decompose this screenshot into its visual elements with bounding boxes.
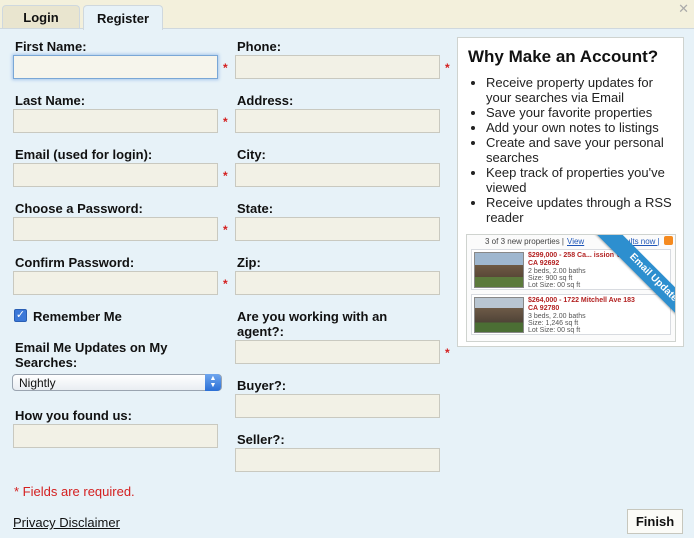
email-updates-label: Email Me Updates on My Searches: <box>15 340 168 370</box>
tab-login[interactable]: Login <box>2 5 80 29</box>
first-name-label: First Name: <box>15 39 87 54</box>
email-field[interactable] <box>13 163 218 187</box>
email-required: * <box>223 169 228 183</box>
state-field[interactable] <box>235 217 440 241</box>
house-photo <box>474 252 524 288</box>
password-field[interactable] <box>13 217 218 241</box>
last-name-required: * <box>223 115 228 129</box>
confirm-password-label: Confirm Password: <box>15 255 135 270</box>
tab-register[interactable]: Register <box>83 5 163 30</box>
email-updates-selected: Nightly <box>19 376 56 390</box>
buyer-label: Buyer?: <box>237 378 287 393</box>
privacy-disclaimer-link[interactable]: Privacy Disclaimer <box>13 515 120 530</box>
agent-required: * <box>445 346 450 360</box>
email-updates-preview: 3 of 3 new properties | View results now… <box>466 234 676 342</box>
benefit-item: Keep track of properties you've viewed <box>486 165 678 195</box>
listing-city: CA 92780 <box>528 305 560 312</box>
last-name-field[interactable] <box>13 109 218 133</box>
listing-lot: Lot Size: 00 sq ft <box>528 282 581 289</box>
benefit-item: Receive property updates for your search… <box>486 75 678 105</box>
seller-label: Seller?: <box>237 432 285 447</box>
why-account-title: Why Make an Account? <box>468 47 659 66</box>
listing-title: $264,000 - 1722 Mitchell Ave 183 <box>528 297 635 304</box>
phone-field[interactable] <box>235 55 440 79</box>
preview-listing: $264,000 - 1722 Mitchell Ave 183 CA 9278… <box>471 294 671 335</box>
why-account-box: Why Make an Account? Receive property up… <box>457 37 684 347</box>
first-name-required: * <box>223 61 228 75</box>
email-label: Email (used for login): <box>15 147 153 162</box>
buyer-field[interactable] <box>235 394 440 418</box>
benefit-item: Add your own notes to listings <box>486 120 678 135</box>
select-arrows-icon: ▲ ▼ <box>205 374 221 391</box>
how-found-field[interactable] <box>13 424 218 448</box>
seller-field[interactable] <box>235 448 440 472</box>
listing-lot: Lot Size: 00 sq ft <box>528 327 581 334</box>
zip-label: Zip: <box>237 255 261 270</box>
password-required: * <box>223 223 228 237</box>
benefits-list: Receive property updates for your search… <box>486 75 678 225</box>
password-label: Choose a Password: <box>15 201 143 216</box>
rss-icon <box>664 236 673 245</box>
first-name-field[interactable] <box>13 55 218 79</box>
phone-label: Phone: <box>237 39 282 54</box>
confirm-password-field[interactable] <box>13 271 218 295</box>
agent-field[interactable] <box>235 340 440 364</box>
benefit-item: Create and save your personal searches <box>486 135 678 165</box>
address-label: Address: <box>237 93 294 108</box>
email-updates-select[interactable]: Nightly ▲ ▼ <box>12 374 222 391</box>
close-icon[interactable]: ✕ <box>678 1 689 17</box>
finish-button[interactable]: Finish <box>627 509 683 534</box>
tab-bar: Login Register ✕ <box>0 0 694 30</box>
agent-label: Are you working with an agent?: <box>237 309 388 339</box>
benefit-item: Save your favorite properties <box>486 105 678 120</box>
preview-count: 3 of 3 new properties | <box>485 237 565 246</box>
state-label: State: <box>237 201 274 216</box>
benefit-item: Receive updates through a RSS reader <box>486 195 678 225</box>
how-found-label: How you found us: <box>15 408 132 423</box>
city-label: City: <box>237 147 266 162</box>
last-name-label: Last Name: <box>15 93 86 108</box>
remember-me-label: Remember Me <box>33 309 122 324</box>
address-field[interactable] <box>235 109 440 133</box>
phone-required: * <box>445 61 450 75</box>
required-note: * Fields are required. <box>14 484 135 499</box>
preview-view-link: View <box>567 237 585 246</box>
zip-field[interactable] <box>235 271 440 295</box>
house-photo <box>474 297 524 333</box>
city-field[interactable] <box>235 163 440 187</box>
remember-me-checkbox[interactable]: ✓ <box>14 309 27 322</box>
listing-city: CA 92692 <box>528 260 560 267</box>
confirm-password-required: * <box>223 277 228 291</box>
